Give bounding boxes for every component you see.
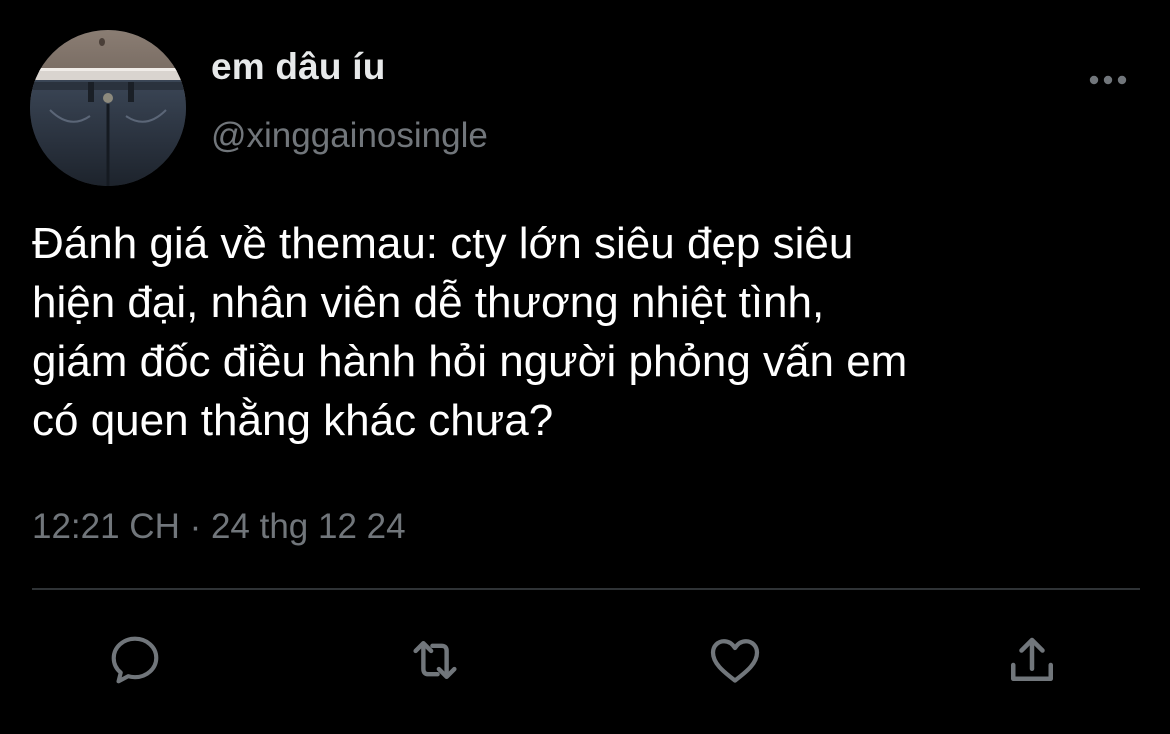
avatar[interactable] (30, 30, 186, 186)
share-upload-icon (1011, 637, 1053, 681)
heart-icon (710, 639, 760, 683)
retweet-arrows-icon (413, 641, 457, 679)
user-handle[interactable]: @xinggainosingle (211, 116, 488, 156)
retweet-button[interactable] (395, 620, 475, 700)
like-button[interactable] (695, 620, 775, 700)
tweet-timestamp[interactable]: 12:21 CH · 24 thg 12 24 (32, 507, 406, 547)
display-name[interactable]: em dâu íu (211, 46, 386, 88)
tweet-text: Đánh giá về themau: cty lớn siêu đẹp siê… (32, 219, 908, 445)
tweet-card: em dâu íu @xinggainosingle Đánh giá về t… (0, 0, 1170, 734)
divider (32, 588, 1140, 590)
comment-bubble-icon (111, 636, 159, 684)
more-options-button[interactable] (1082, 62, 1134, 98)
avatar-photo (30, 30, 186, 186)
share-button[interactable] (992, 620, 1072, 700)
action-bar (0, 620, 1170, 700)
more-dots-icon (1089, 75, 1127, 85)
reply-button[interactable] (95, 620, 175, 700)
